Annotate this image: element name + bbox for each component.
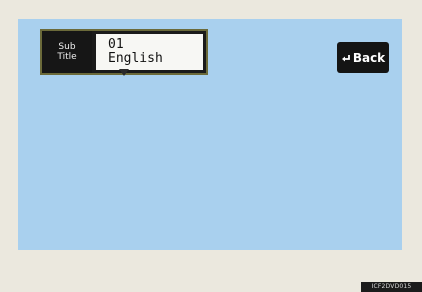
subtitle-label: Sub Title bbox=[42, 31, 92, 73]
return-arrow-icon bbox=[341, 54, 350, 61]
subtitle-label-line1: Sub bbox=[58, 42, 76, 52]
subtitle-label-line2: Title bbox=[57, 52, 77, 62]
subtitle-track-number: 01 bbox=[108, 37, 124, 52]
subtitle-language: English bbox=[108, 51, 163, 66]
chevron-down-icon[interactable] bbox=[119, 69, 129, 77]
back-button[interactable]: Back bbox=[337, 42, 389, 73]
subtitle-value-field[interactable]: 01 English bbox=[96, 34, 203, 70]
back-button-label: Back bbox=[352, 50, 386, 65]
display-screen: Sub Title 01 English Back bbox=[18, 19, 402, 250]
device-frame: Sub Title 01 English Back ICF2DVD015 bbox=[0, 0, 422, 292]
figure-code: ICF2DVD015 bbox=[361, 282, 422, 292]
